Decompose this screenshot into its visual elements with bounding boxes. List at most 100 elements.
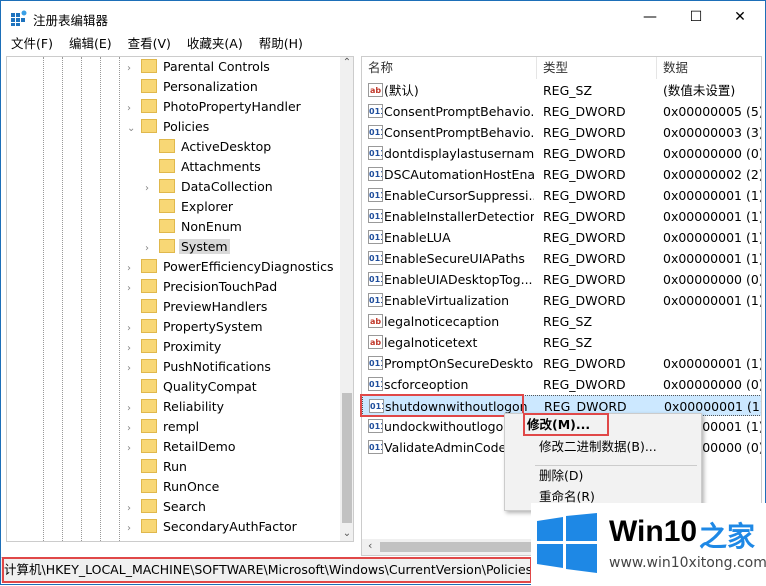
value-data: 0x00000001 (1)	[663, 251, 762, 266]
tree-item[interactable]: › RetailDemo	[127, 437, 237, 457]
value-data: 0x00000000 (0)	[663, 272, 762, 287]
value-name: (默认)	[384, 83, 419, 98]
tree-item-label: PhotoPropertyHandler	[163, 99, 301, 114]
tree-item[interactable]: › DataCollection	[145, 177, 275, 197]
tree-vertical-scrollbar[interactable]: ⌃ ⌄	[340, 57, 353, 541]
binary-value-icon: 011	[368, 167, 383, 181]
tree-item-label: ActiveDesktop	[181, 139, 272, 154]
column-header-data[interactable]: 数据	[657, 57, 761, 79]
menu-favorites[interactable]: 收藏夹(A)	[177, 35, 249, 55]
expander-icon[interactable]: ›	[127, 499, 141, 519]
value-name: legalnoticetext	[384, 335, 478, 350]
highlight-status-path	[2, 557, 532, 583]
tree-item-label: Attachments	[181, 159, 261, 174]
expander-icon[interactable]: ›	[127, 259, 141, 279]
menu-file[interactable]: 文件(F)	[1, 35, 59, 55]
expander-icon[interactable]: ›	[127, 59, 141, 79]
folder-icon	[141, 299, 157, 313]
expander-icon[interactable]: ›	[127, 439, 141, 459]
value-row[interactable]: ab legalnoticecaption REG_SZ	[362, 311, 761, 332]
close-button[interactable]: ✕	[717, 1, 763, 33]
tree-item[interactable]: › PrecisionTouchPad	[127, 277, 279, 297]
value-row[interactable]: 011dontdisplaylastusername REG_DWORD 0x000…	[362, 143, 762, 164]
tree-item[interactable]: › PowerEfficiencyDiagnostics	[127, 257, 336, 277]
expander-icon[interactable]: ›	[127, 339, 141, 359]
folder-icon	[141, 119, 157, 133]
tree-item[interactable]: › PhotoPropertyHandler	[127, 97, 303, 117]
value-type: REG_DWORD	[543, 104, 626, 119]
tree-item[interactable]: Explorer	[145, 197, 235, 217]
value-type: REG_DWORD	[543, 377, 626, 392]
tree-item[interactable]: RunOnce	[127, 477, 221, 497]
tree-item[interactable]: ActiveDesktop	[145, 137, 273, 157]
value-type: REG_DWORD	[543, 125, 626, 140]
expander-icon[interactable]: ›	[127, 359, 141, 379]
tree-item[interactable]: › SecondaryAuthFactor	[127, 517, 299, 537]
binary-value-icon: 011	[368, 104, 383, 118]
folder-icon	[159, 179, 175, 193]
tree-item-label: PrecisionTouchPad	[163, 279, 278, 294]
value-name: EnableCursorSuppressi...	[384, 188, 534, 203]
expander-icon[interactable]: ›	[145, 239, 159, 259]
context-modify-binary[interactable]: 修改二进制数据(B)...	[539, 436, 657, 458]
value-row[interactable]: ab legalnoticetext REG_SZ	[362, 332, 761, 353]
expander-icon[interactable]: ⌄	[127, 119, 141, 139]
tree-item[interactable]: › PropertySystem	[127, 317, 265, 337]
tree-item-label: rempl	[163, 419, 200, 434]
value-data: 0x00000002 (2)	[663, 167, 762, 182]
value-row[interactable]: 011scforceoption REG_DWORD 0x00000000 (0)	[362, 374, 761, 395]
expander-icon[interactable]: ›	[127, 419, 141, 439]
value-row[interactable]: 011EnableUIADesktopTog... REG_DWORD 0x0000…	[362, 269, 762, 290]
menu-view[interactable]: 查看(V)	[118, 35, 177, 55]
value-row[interactable]: 011DSCAutomationHostEna... REG_DWORD 0x000…	[362, 164, 762, 185]
tree-item[interactable]: QualityCompat	[127, 377, 259, 397]
tree-item-label: SecondaryAuthFactor	[163, 519, 297, 534]
tree-item-label: PowerEfficiencyDiagnostics	[163, 259, 334, 274]
expander-icon[interactable]: ›	[145, 179, 159, 199]
folder-icon	[141, 379, 157, 393]
value-row[interactable]: 011EnableCursorSuppressi... REG_DWORD 0x00…	[362, 185, 761, 206]
expander-icon[interactable]: ›	[127, 279, 141, 299]
value-row[interactable]: 011EnableInstallerDetection REG_DWORD 0x00…	[362, 206, 761, 227]
value-data: 0x00000001 (1)	[663, 230, 762, 245]
tree-item[interactable]: Attachments	[145, 157, 263, 177]
tree-item[interactable]: Personalization	[127, 77, 260, 97]
window-title: 注册表编辑器	[33, 13, 109, 28]
expander-icon[interactable]: ›	[127, 319, 141, 339]
tree-item[interactable]: NonEnum	[145, 217, 244, 237]
column-header-type[interactable]: 类型	[537, 57, 657, 79]
expander-icon[interactable]: ›	[127, 399, 141, 419]
expander-icon[interactable]: ›	[127, 99, 141, 119]
menu-edit[interactable]: 编辑(E)	[59, 35, 118, 55]
value-row[interactable]: 011EnableSecureUIAPaths REG_DWORD 0x000000…	[362, 248, 762, 269]
expander-icon[interactable]: ›	[127, 519, 141, 539]
tree-item[interactable]: › PushNotifications	[127, 357, 273, 377]
tree-item[interactable]: Run	[127, 457, 189, 477]
value-row[interactable]: 011EnableLUA REG_DWORD 0x00000001 (1)	[362, 227, 762, 248]
value-row[interactable]: 011EnableVirtualization REG_DWORD 0x000000…	[362, 290, 761, 311]
maximize-button[interactable]: ☐	[673, 1, 719, 33]
value-row[interactable]: 011ConsentPromptBehavio... REG_DWORD 0x000…	[362, 122, 761, 143]
value-name: dontdisplaylastusername	[384, 146, 534, 161]
tree-item[interactable]: › Reliability	[127, 397, 226, 417]
value-row[interactable]: 011PromptOnSecureDesktop REG_DWORD 0x00000…	[362, 353, 761, 374]
tree-item[interactable]: › System	[145, 237, 230, 257]
tree-item[interactable]: PreviewHandlers	[127, 297, 269, 317]
context-delete[interactable]: 删除(D)	[539, 465, 583, 487]
tree-item[interactable]: › Parental Controls	[127, 57, 272, 77]
value-type: REG_SZ	[543, 335, 593, 350]
tree-item-label: Reliability	[163, 399, 225, 414]
value-row[interactable]: 011ConsentPromptBehavio... REG_DWORD 0x000…	[362, 101, 761, 122]
value-type: REG_DWORD	[543, 167, 626, 182]
tree-item[interactable]: ⌄ Policies	[127, 117, 211, 137]
minimize-button[interactable]: —	[627, 1, 673, 33]
value-type: REG_DWORD	[543, 356, 626, 371]
value-data: 0x00000000 (0)	[663, 146, 762, 161]
tree-item[interactable]: › Search	[127, 497, 208, 517]
tree-item[interactable]: › Proximity	[127, 337, 223, 357]
tree-item[interactable]: › rempl	[127, 417, 201, 437]
folder-icon	[141, 99, 157, 113]
menu-help[interactable]: 帮助(H)	[249, 35, 309, 55]
column-header-name[interactable]: 名称	[362, 57, 537, 79]
value-row[interactable]: ab (默认) REG_SZ (数值未设置)	[362, 80, 761, 101]
